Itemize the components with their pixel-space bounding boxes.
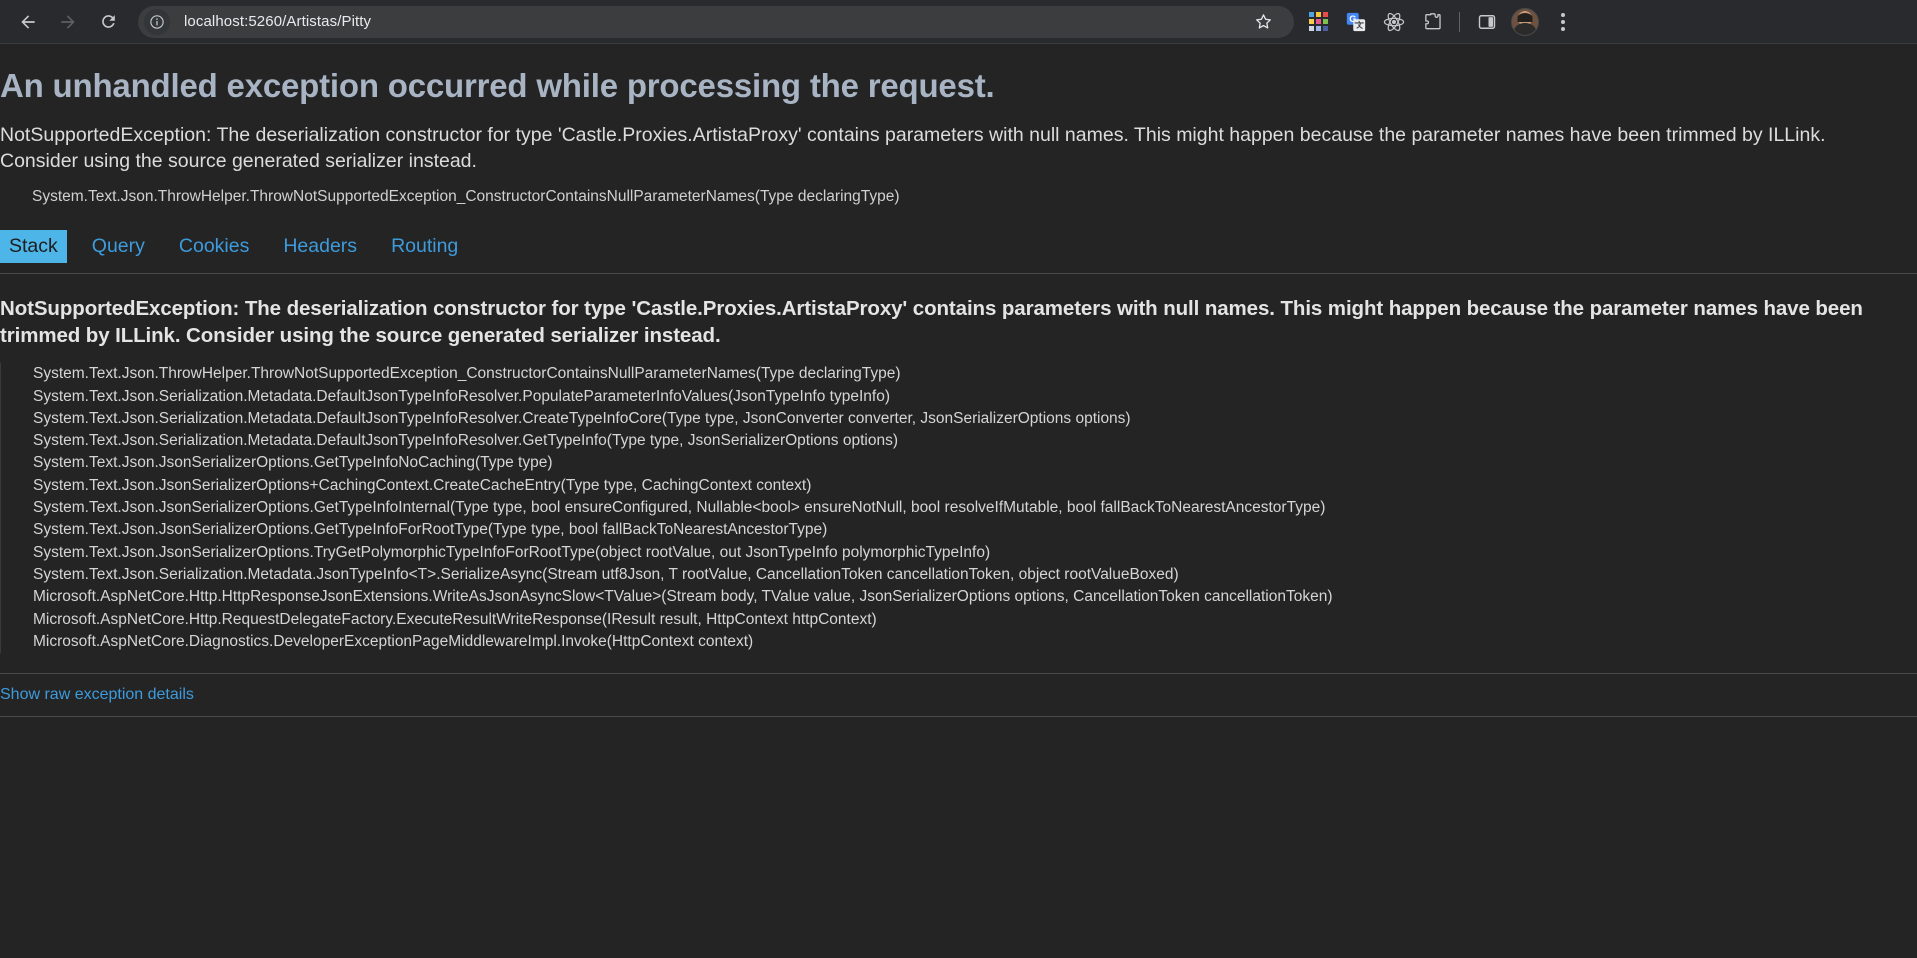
stack-frame: System.Text.Json.JsonSerializerOptions.G…: [33, 499, 1326, 517]
stack-frame: System.Text.Json.ThrowHelper.ThrowNotSup…: [33, 365, 901, 383]
address-bar[interactable]: localhost:5260/Artistas/Pitty: [138, 5, 1294, 38]
back-button[interactable]: [10, 4, 46, 40]
forward-button[interactable]: [50, 4, 86, 40]
info-circle-icon: [150, 14, 164, 29]
stack-frame: Microsoft.AspNetCore.Http.HttpResponseJs…: [33, 588, 1333, 606]
tab-cookies[interactable]: Cookies: [170, 230, 258, 263]
raw-details-section: Show raw exception details: [0, 673, 1917, 718]
extensions-puzzle-icon[interactable]: [1414, 4, 1450, 40]
url-text[interactable]: localhost:5260/Artistas/Pitty: [184, 13, 1236, 30]
stack-frame: System.Text.Json.Serialization.Metadata.…: [33, 566, 1179, 583]
stack-frame: System.Text.Json.JsonSerializerOptions.T…: [33, 543, 991, 561]
apps-grid-icon[interactable]: [1300, 4, 1336, 40]
reload-icon: [101, 15, 115, 28]
exception-summary: NotSupportedException: The deserializati…: [0, 123, 1826, 172]
stack-frame: System.Text.Json.JsonSerializerOptions+C…: [33, 476, 812, 494]
forward-arrow-icon: [61, 14, 75, 29]
stack-frame: Microsoft.AspNetCore.Http.RequestDelegat…: [33, 610, 877, 628]
tab-headers[interactable]: Headers: [274, 230, 366, 263]
google-translate-icon[interactable]: G: [1338, 4, 1374, 40]
avatar: [1511, 7, 1539, 36]
tab-routing[interactable]: Routing: [382, 230, 467, 263]
reload-button[interactable]: [90, 4, 126, 40]
side-panel-icon[interactable]: [1469, 4, 1505, 40]
stack-frame: System.Text.Json.JsonSerializerOptions.G…: [33, 454, 553, 472]
exception-origin-frame: System.Text.Json.ThrowHelper.ThrowNotSup…: [32, 187, 900, 205]
back-arrow-icon: [21, 14, 35, 29]
star-icon: [1255, 14, 1271, 29]
browser-toolbar: localhost:5260/Artistas/Pitty G: [0, 0, 1917, 44]
developer-exception-page: An unhandled exception occurred while pr…: [0, 44, 1917, 958]
stack-frame: System.Text.Json.Serialization.Metadata.…: [33, 409, 1131, 427]
show-raw-exception-details-link[interactable]: Show raw exception details: [0, 686, 194, 703]
toolbar-divider: [1459, 11, 1460, 32]
react-devtools-icon[interactable]: [1376, 4, 1412, 40]
tab-query[interactable]: Query: [83, 230, 154, 263]
page-title: An unhandled exception occurred while pr…: [0, 67, 995, 104]
stack-frame: System.Text.Json.Serialization.Metadata.…: [33, 432, 898, 450]
site-info-button[interactable]: [144, 8, 170, 35]
tab-bar: Stack Query Cookies Headers Routing: [0, 229, 1917, 274]
extension-icons: G: [1300, 4, 1581, 40]
profile-button[interactable]: [1507, 4, 1543, 40]
exception-title: NotSupportedException: The deserializati…: [0, 296, 1863, 347]
stack-frame: System.Text.Json.JsonSerializerOptions.G…: [33, 521, 828, 539]
stack-frame: System.Text.Json.Serialization.Metadata.…: [33, 387, 890, 405]
tab-stack[interactable]: Stack: [0, 229, 67, 263]
chrome-menu-button[interactable]: [1545, 4, 1581, 40]
three-dots-icon: [1561, 12, 1565, 31]
bookmark-button[interactable]: [1236, 0, 1290, 44]
stack-frame-list: System.Text.Json.ThrowHelper.ThrowNotSup…: [0, 363, 1917, 654]
stack-frame: Microsoft.AspNetCore.Diagnostics.Develop…: [33, 632, 754, 650]
